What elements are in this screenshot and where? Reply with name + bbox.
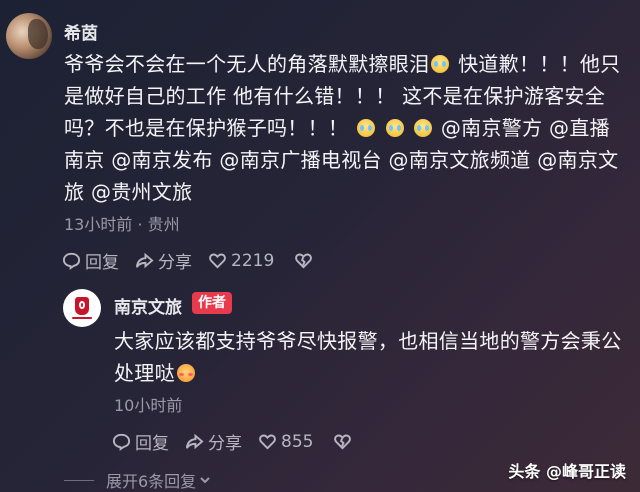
- like-count: 855: [281, 431, 314, 452]
- share-button[interactable]: 分享: [135, 248, 192, 273]
- broken-heart-icon: [334, 434, 352, 450]
- like-button[interactable]: 2219: [208, 251, 274, 271]
- watermark: 头条 @峰哥正读: [508, 462, 626, 481]
- comment-username[interactable]: 希茵: [64, 19, 98, 44]
- reply-meta: 10小时前: [114, 396, 183, 415]
- reply-text: 大家应该都支持爷爷尽快报警，也相信当地的警方会秉公处理哒: [114, 325, 630, 389]
- share-arrow-icon: [135, 252, 154, 269]
- heart-icon: [259, 434, 276, 450]
- expand-replies-label: 展开6条回复: [106, 472, 197, 491]
- comment-actions: 回复 分享 2219: [62, 248, 333, 273]
- share-label: 分享: [208, 434, 242, 454]
- crying-face-emoji-icon: [356, 119, 375, 137]
- comment-meta: 13小时前 · 贵州: [64, 215, 180, 234]
- reply-username[interactable]: 南京文旅: [114, 293, 182, 318]
- share-label: 分享: [158, 253, 192, 273]
- dislike-button[interactable]: [333, 432, 356, 451]
- like-count: 2219: [231, 250, 275, 271]
- user-avatar[interactable]: [6, 13, 52, 59]
- crying-face-emoji-icon: [385, 119, 404, 137]
- reply-button[interactable]: 回复: [62, 248, 119, 273]
- heart-icon: [209, 253, 226, 269]
- reply-button[interactable]: 回复: [112, 429, 169, 454]
- comment-text: 爷爷会不会在一个无人的角落默默擦眼泪 快道歉！！！他只是做好自己的工作 他有什么…: [64, 48, 630, 208]
- dislike-button[interactable]: [294, 251, 317, 270]
- share-button[interactable]: 分享: [185, 429, 242, 454]
- crying-face-emoji-icon: [414, 119, 433, 137]
- comment-bubble-icon: [112, 433, 131, 451]
- shy-face-emoji-icon: [176, 364, 195, 382]
- divider: [64, 479, 94, 481]
- reply-actions: 回复 分享 855: [112, 429, 372, 454]
- nanjing-culture-tourism-logo[interactable]: [63, 289, 101, 327]
- reply-label: 回复: [85, 253, 119, 273]
- broken-heart-icon: [295, 253, 313, 269]
- expand-replies-button[interactable]: 展开6条回复: [64, 468, 212, 492]
- author-badge: 作者: [192, 292, 232, 314]
- comment-bubble-icon: [62, 252, 81, 270]
- share-arrow-icon: [185, 433, 204, 450]
- chevron-down-icon: [200, 477, 210, 484]
- crying-face-emoji-icon: [431, 55, 450, 73]
- brand-logo-icon: [75, 297, 89, 315]
- reply-label: 回复: [135, 434, 169, 454]
- like-button[interactable]: 855: [258, 432, 313, 452]
- comment-text-part: 爷爷会不会在一个无人的角落默默擦眼泪: [64, 52, 430, 76]
